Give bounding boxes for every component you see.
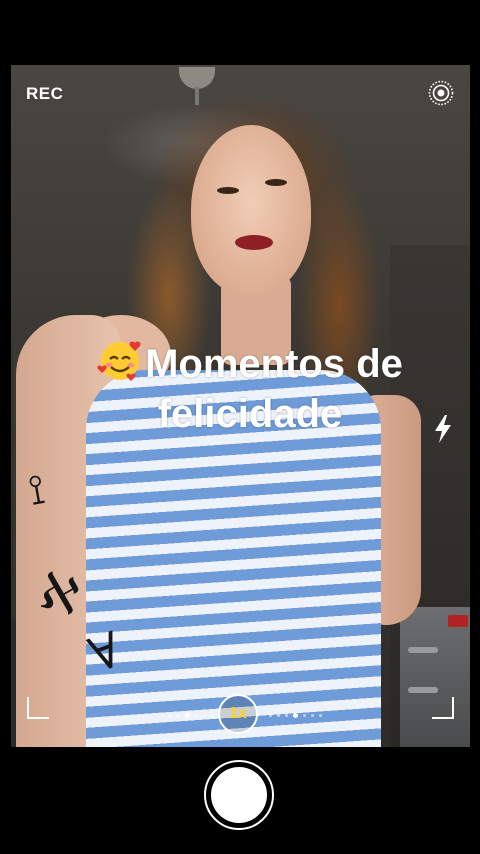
zoom-dot xyxy=(269,714,272,717)
face xyxy=(191,125,311,295)
zoom-dot xyxy=(161,714,164,717)
zoom-dot xyxy=(303,714,306,717)
zoom-dot xyxy=(203,714,206,717)
smiling-face-with-hearts-icon xyxy=(97,341,141,381)
left-eye xyxy=(217,187,239,194)
live-photo-icon[interactable] xyxy=(428,80,454,106)
ceiling-lamp xyxy=(179,67,215,105)
caption-text-line-2: felicidade xyxy=(157,392,343,436)
right-eye xyxy=(265,179,287,186)
sticker-caption: Momentos de felicidade xyxy=(60,337,440,439)
kitchen-cabinet xyxy=(400,607,470,747)
rec-indicator: REC xyxy=(26,84,64,103)
zoom-dot xyxy=(211,714,214,717)
caption-text-line-1: Momentos de xyxy=(145,342,403,386)
zoom-scale-right[interactable] xyxy=(269,713,322,718)
zoom-dot xyxy=(277,714,280,717)
zoom-dot xyxy=(285,714,288,717)
zoom-dot xyxy=(177,714,180,717)
lips xyxy=(235,235,273,250)
frame-corner-bottom-right xyxy=(432,697,454,719)
zoom-dot xyxy=(319,714,322,717)
zoom-dot xyxy=(311,714,314,717)
zoom-dot xyxy=(195,714,198,717)
zoom-dot xyxy=(185,713,190,718)
red-object xyxy=(448,615,468,627)
shutter-inner xyxy=(211,767,267,823)
caption-line-1: Momentos de xyxy=(60,337,440,389)
zoom-level-button[interactable]: 1x xyxy=(218,694,258,734)
shutter-button[interactable] xyxy=(204,760,274,830)
zoom-dot xyxy=(169,714,172,717)
zoom-scale-left[interactable] xyxy=(161,713,214,718)
frame-corner-bottom-left xyxy=(27,697,49,719)
zoom-dot xyxy=(293,713,298,718)
